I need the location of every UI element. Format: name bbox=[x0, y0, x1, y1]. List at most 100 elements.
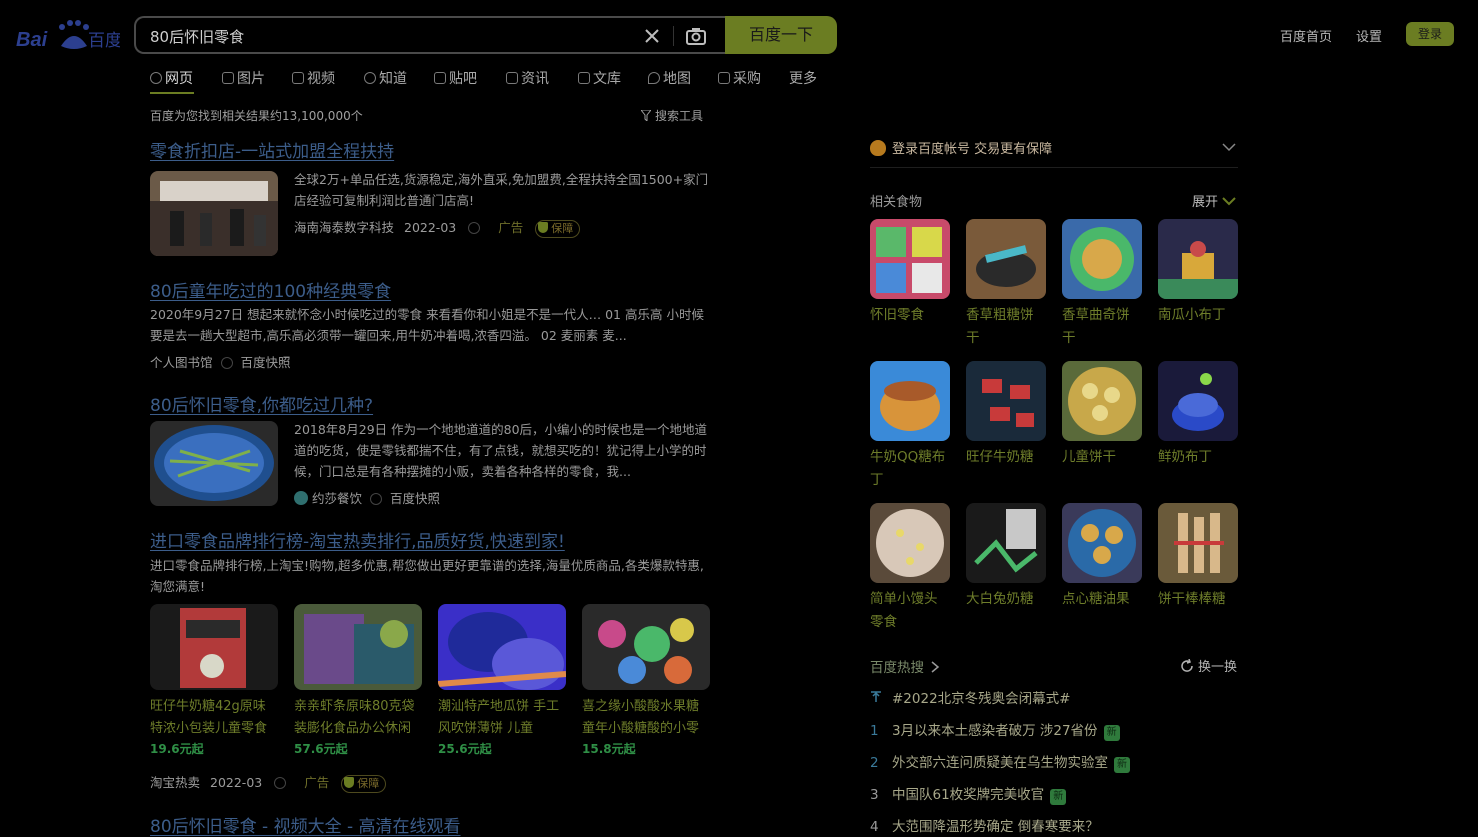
tab-web[interactable]: 网页 bbox=[150, 68, 193, 88]
baidu-logo[interactable]: Bai 百度 bbox=[16, 18, 122, 52]
result-title[interactable]: 进口零食品牌排行榜-淘宝热卖排行,品质好货,快速到家! bbox=[150, 527, 565, 552]
settings-link[interactable]: 设置 bbox=[1356, 26, 1382, 45]
product-image bbox=[582, 604, 710, 690]
food-image bbox=[1158, 503, 1238, 583]
product-card[interactable]: 潮汕特产地瓜饼 手工风吹饼薄饼 儿童 25.6元起 bbox=[438, 604, 566, 757]
product-title: 喜之缘小酸酸水果糖童年小酸糖酸的小零 bbox=[582, 699, 700, 736]
food-image bbox=[1062, 219, 1142, 299]
related-food-item[interactable]: 简单小馒头零食 bbox=[870, 503, 950, 634]
paw-icon bbox=[870, 140, 886, 156]
source-logo-icon bbox=[294, 491, 308, 505]
svg-text:百度: 百度 bbox=[88, 31, 120, 51]
product-card[interactable]: 喜之缘小酸酸水果糖童年小酸糖酸的小零 15.8元起 bbox=[582, 604, 710, 757]
related-food-item[interactable]: 大白兔奶糖 bbox=[966, 503, 1046, 611]
related-food-item[interactable]: 儿童饼干 bbox=[1062, 361, 1142, 469]
food-image bbox=[870, 219, 950, 299]
tab-map[interactable]: 地图 bbox=[648, 68, 691, 88]
related-food-item[interactable]: 鲜奶布丁 bbox=[1158, 361, 1238, 469]
related-food-item[interactable]: 怀旧零食 bbox=[870, 219, 950, 327]
tab-purchase[interactable]: 采购 bbox=[718, 68, 761, 88]
tab-video[interactable]: 视频 bbox=[292, 68, 335, 88]
result-thumbnail[interactable] bbox=[150, 171, 278, 256]
related-food-item[interactable]: 香草粗糖饼干 bbox=[966, 219, 1046, 350]
result-title[interactable]: 80后怀旧零食 - 视频大全 - 高清在线观看 bbox=[150, 812, 461, 837]
search-input[interactable]: 80后怀旧零食 bbox=[150, 26, 244, 47]
info-icon[interactable] bbox=[220, 357, 233, 369]
result-meta: 个人图书馆 百度快照 bbox=[150, 352, 291, 371]
product-card[interactable]: 亲亲虾条原味80克袋装膨化食品办公休闲 57.6元起 bbox=[294, 604, 422, 757]
result-title[interactable]: 80后童年吃过的100种经典零食 bbox=[150, 277, 391, 302]
refresh-button[interactable]: 换一换 bbox=[1180, 656, 1237, 675]
product-card[interactable]: 旺仔牛奶糖42g原味特浓小包装儿童零食 19.6元起 bbox=[150, 604, 278, 757]
tab-images[interactable]: 图片 bbox=[222, 68, 265, 88]
bag-icon bbox=[718, 72, 730, 84]
related-food-item[interactable]: 香草曲奇饼干 bbox=[1062, 219, 1142, 350]
product-price: 19.6元起 bbox=[150, 742, 204, 756]
search-button[interactable]: 百度一下 bbox=[725, 16, 837, 54]
tab-news[interactable]: 资讯 bbox=[506, 68, 549, 88]
expand-button[interactable]: 展开 bbox=[1192, 191, 1236, 210]
food-image bbox=[966, 219, 1046, 299]
product-price: 15.8元起 bbox=[582, 742, 636, 756]
food-image bbox=[966, 361, 1046, 441]
new-badge: 新 bbox=[1103, 725, 1120, 741]
food-image bbox=[870, 361, 950, 441]
result-date: 2022-03 bbox=[210, 775, 263, 790]
hot-search-item[interactable]: 4 大范围降温形势确定 倒春寒要来？ bbox=[870, 815, 1099, 835]
question-icon bbox=[364, 72, 376, 84]
result-date: 2022-03 bbox=[404, 220, 457, 235]
baidu-home-link[interactable]: 百度首页 bbox=[1280, 26, 1332, 45]
result-meta: 约莎餐饮 百度快照 bbox=[294, 488, 440, 507]
cache-link[interactable]: 百度快照 bbox=[390, 491, 440, 506]
result-snippet: 全球2万+单品任选,货源稳定,海外直采,免加盟费,全程扶持全国1500+家门店经… bbox=[294, 172, 709, 208]
food-image bbox=[870, 503, 950, 583]
cache-link[interactable]: 百度快照 bbox=[241, 355, 291, 370]
related-food-item[interactable]: 点心糖油果 bbox=[1062, 503, 1142, 611]
result-source: 个人图书馆 bbox=[150, 355, 213, 370]
chevron-down-icon bbox=[1222, 197, 1236, 206]
tab-zhidao[interactable]: 知道 bbox=[364, 68, 407, 88]
related-food-item[interactable]: 南瓜小布丁 bbox=[1158, 219, 1238, 327]
info-icon[interactable] bbox=[274, 777, 287, 789]
hot-search-item[interactable]: 3 中国队61枚奖牌完美收官新 bbox=[870, 783, 1067, 805]
related-food-item[interactable]: 旺仔牛奶糖 bbox=[966, 361, 1046, 469]
hot-search-item[interactable]: 1 3月以来本土感染者破万 涉27省份新 bbox=[870, 719, 1120, 741]
guarantee-badge: 保障 bbox=[535, 220, 581, 238]
food-image bbox=[1158, 361, 1238, 441]
product-price: 25.6元起 bbox=[438, 742, 492, 756]
food-image bbox=[1158, 219, 1238, 299]
food-name: 鲜奶布丁 bbox=[1158, 449, 1212, 465]
result-title[interactable]: 80后怀旧零食,你都吃过几种? bbox=[150, 391, 373, 416]
hot-search-item[interactable]: #2022北京冬残奥会闭幕式# bbox=[870, 687, 1070, 707]
info-icon[interactable] bbox=[468, 222, 481, 234]
tab-tieba[interactable]: 贴吧 bbox=[434, 68, 477, 88]
result-snippet: 2018年8月29日 作为一个地地道道的80后，小编小的时候也是一个地地道道的吃… bbox=[294, 422, 708, 479]
related-food-item[interactable]: 饼干棒棒糖 bbox=[1158, 503, 1238, 611]
food-name: 点心糖油果 bbox=[1062, 591, 1130, 607]
login-button[interactable]: 登录 bbox=[1406, 22, 1454, 46]
hot-search-title[interactable]: 百度热搜 bbox=[870, 656, 940, 676]
result-title[interactable]: 零食折扣店-一站式加盟全程扶持 bbox=[150, 137, 394, 162]
chevron-down-icon[interactable] bbox=[1222, 142, 1236, 152]
shield-icon bbox=[538, 222, 549, 233]
result-thumbnail[interactable] bbox=[150, 421, 278, 506]
food-name: 香草曲奇饼干 bbox=[1062, 307, 1130, 346]
camera-icon[interactable] bbox=[684, 24, 708, 48]
result-source: 约莎餐饮 bbox=[312, 491, 363, 506]
hot-search-item[interactable]: 2 外交部六连问质疑美在乌生物实验室新 bbox=[870, 751, 1130, 773]
clear-icon[interactable] bbox=[640, 24, 664, 48]
result-count: 百度为您找到相关结果约13,100,000个 bbox=[150, 109, 363, 123]
tab-more[interactable]: 更多 bbox=[789, 68, 817, 88]
login-guarantee[interactable]: 登录百度帐号 交易更有保障 bbox=[870, 138, 1052, 157]
guarantee-badge: 保障 bbox=[341, 775, 387, 793]
info-icon[interactable] bbox=[370, 493, 383, 505]
search-box[interactable]: 80后怀旧零食 bbox=[134, 16, 726, 54]
search-tools-button[interactable]: 搜索工具 bbox=[639, 107, 703, 124]
product-title: 亲亲虾条原味80克袋装膨化食品办公休闲 bbox=[294, 699, 415, 736]
divider bbox=[870, 167, 1238, 168]
food-name: 儿童饼干 bbox=[1062, 449, 1116, 465]
food-image bbox=[966, 503, 1046, 583]
related-food-item[interactable]: 牛奶QQ糖布丁 bbox=[870, 361, 950, 492]
tab-wenku[interactable]: 文库 bbox=[578, 68, 621, 88]
food-name: 怀旧零食 bbox=[870, 307, 924, 323]
